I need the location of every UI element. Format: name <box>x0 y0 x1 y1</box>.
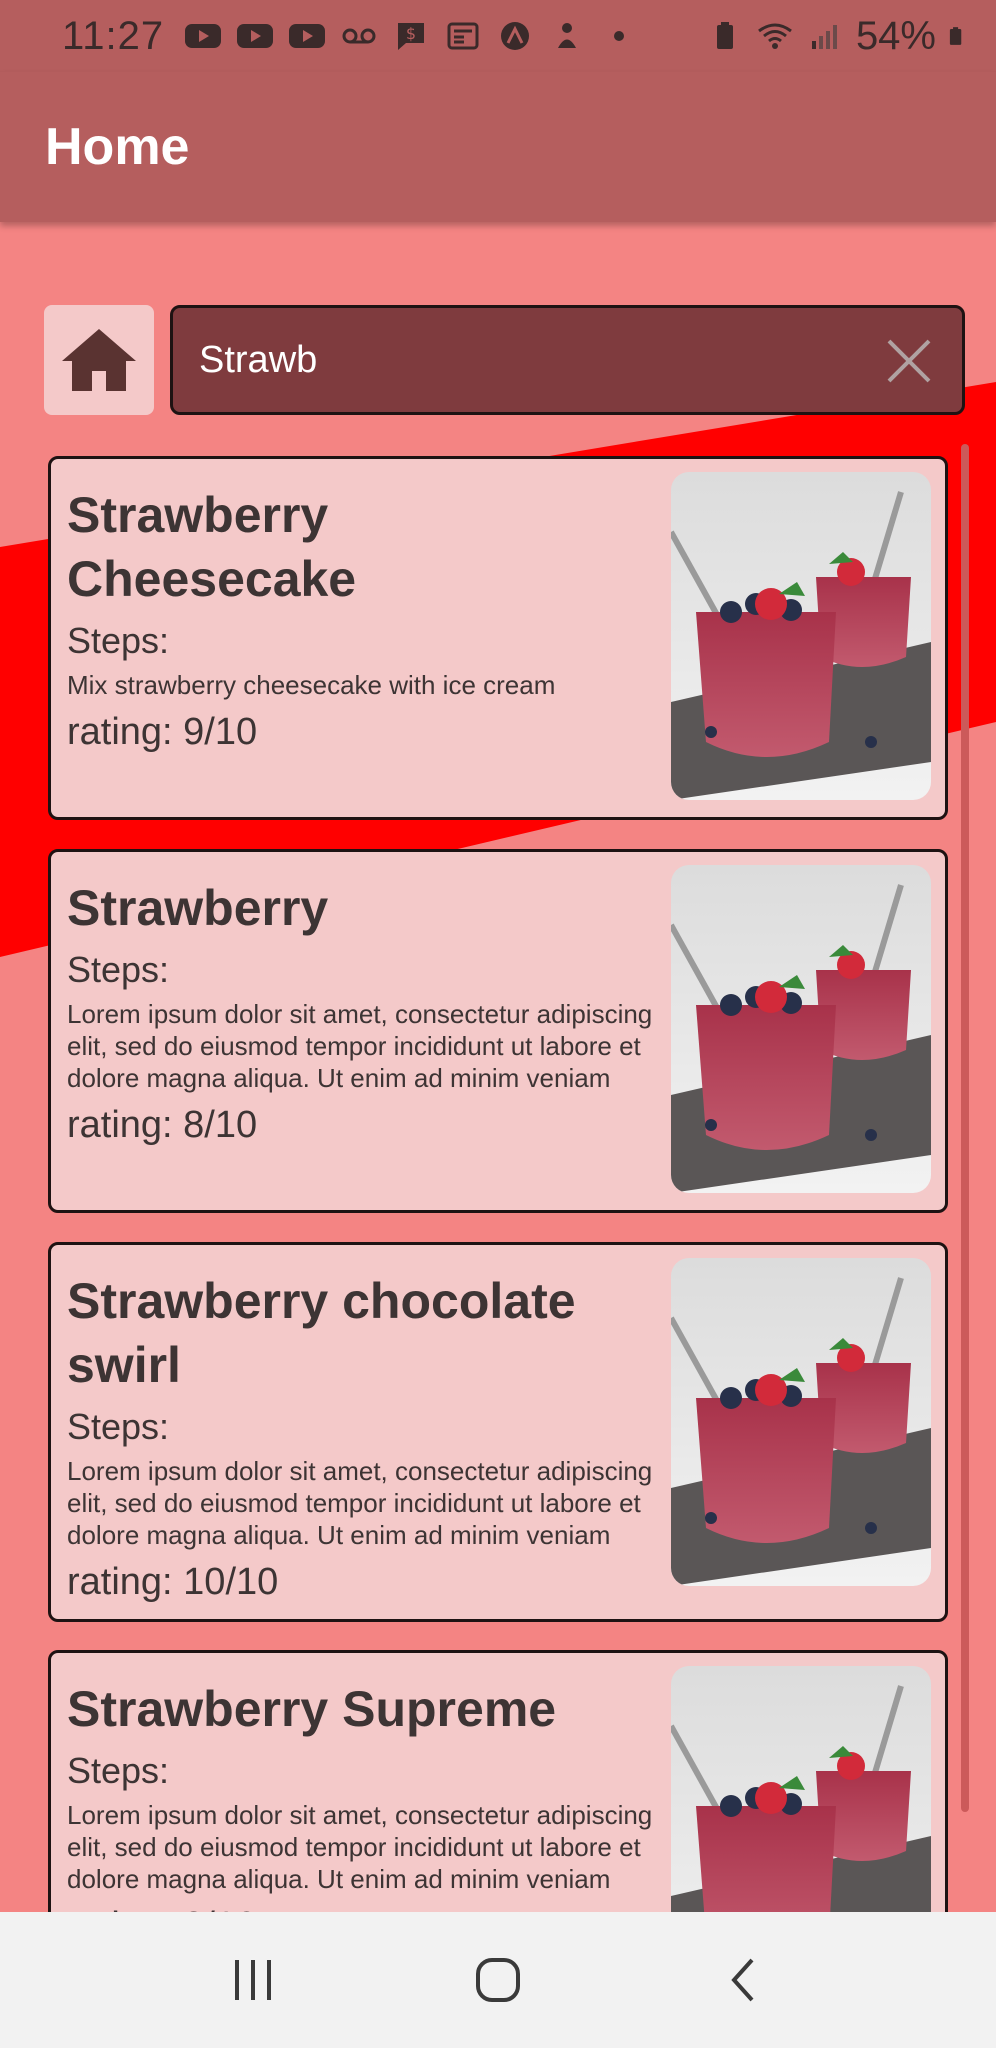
app-icon <box>501 22 530 50</box>
recipe-text: Strawberry Steps: Lorem ipsum dolor sit … <box>67 876 667 1148</box>
recipe-card[interactable]: Strawberry chocolate swirl Steps: Lorem … <box>48 1242 948 1622</box>
wifi-icon <box>758 23 792 49</box>
steps-label: Steps: <box>67 1406 170 1447</box>
recipe-image <box>671 472 931 800</box>
steps-label: Steps: <box>67 620 170 661</box>
recipe-image <box>671 1666 931 1912</box>
recipe-text: Strawberry Supreme Steps: Lorem ipsum do… <box>67 1677 667 1912</box>
clear-icon[interactable] <box>884 336 934 386</box>
recipe-title: Strawberry <box>67 880 329 936</box>
recipe-title: Strawberry chocolate swirl <box>67 1273 576 1393</box>
recipe-list[interactable]: Strawberry Cheesecake Steps: Mix strawbe… <box>48 456 948 1912</box>
recipe-text: Strawberry Cheesecake Steps: Mix strawbe… <box>67 483 667 755</box>
recipe-image <box>671 865 931 1193</box>
recent-apps-icon <box>234 1960 271 2000</box>
pet-icon <box>558 23 577 48</box>
status-bar: 11:27 $ 54% <box>0 0 996 72</box>
search-field[interactable] <box>170 305 965 415</box>
recipe-card[interactable]: Strawberry Supreme Steps: Lorem ipsum do… <box>48 1650 948 1912</box>
page-title: Home <box>45 118 190 176</box>
home-button[interactable] <box>44 305 154 415</box>
smoothie-image <box>671 1258 931 1586</box>
recipe-steps: Mix strawberry cheesecake with ice cream <box>67 670 556 700</box>
back-button[interactable] <box>703 1940 783 2020</box>
recipe-card[interactable]: Strawberry Cheesecake Steps: Mix strawbe… <box>48 456 948 820</box>
battery-icon <box>949 27 962 45</box>
app-bar: Home <box>0 72 996 222</box>
home-circle-icon <box>475 1958 520 2002</box>
steps-label: Steps: <box>67 949 170 990</box>
recipe-card[interactable]: Strawberry Steps: Lorem ipsum dolor sit … <box>48 849 948 1213</box>
smoothie-image <box>671 472 931 800</box>
news-icon <box>447 22 479 50</box>
system-nav-bar <box>0 1912 996 2048</box>
recipe-text: Strawberry chocolate swirl Steps: Lorem … <box>67 1269 667 1605</box>
smoothie-image <box>671 1666 931 1912</box>
recipe-image <box>671 1258 931 1586</box>
smoothie-image <box>671 865 931 1193</box>
recipe-steps: Lorem ipsum dolor sit amet, consectetur … <box>67 1456 653 1550</box>
youtube-icon <box>237 24 274 48</box>
recipe-title: Strawberry Supreme <box>67 1681 557 1737</box>
recycle-battery-icon <box>716 22 733 49</box>
recent-apps-button[interactable] <box>213 1940 293 2020</box>
steps-label: Steps: <box>67 1750 170 1791</box>
recipe-steps: Lorem ipsum dolor sit amet, consectetur … <box>67 999 653 1093</box>
home-icon <box>62 329 136 391</box>
recipe-title: Strawberry Cheesecake <box>67 487 357 607</box>
scrollbar[interactable] <box>961 444 969 1812</box>
recipe-rating: rating: 8/10 <box>67 1104 258 1146</box>
system-status: 54% <box>706 14 972 59</box>
dot-icon <box>614 31 625 41</box>
dollar-message-icon: $ <box>398 23 425 50</box>
back-icon <box>731 1958 754 2002</box>
notification-icons: $ <box>184 21 638 51</box>
svg-text:$: $ <box>406 24 416 43</box>
search-input[interactable] <box>199 338 839 382</box>
battery-percent: 54% <box>855 13 936 58</box>
home-nav-button[interactable] <box>458 1940 538 2020</box>
recipe-steps: Lorem ipsum dolor sit amet, consectetur … <box>67 1800 653 1894</box>
youtube-icon <box>185 24 222 48</box>
status-time: 11:27 <box>62 13 165 58</box>
youtube-icon <box>289 24 326 48</box>
recipe-rating: rating: 9/10 <box>67 711 258 753</box>
voicemail-icon <box>342 28 376 44</box>
recipe-rating: rating: 10/10 <box>67 1561 279 1603</box>
signal-icon <box>811 25 837 49</box>
recipe-rating: rating: 8/10 <box>67 1903 667 1912</box>
